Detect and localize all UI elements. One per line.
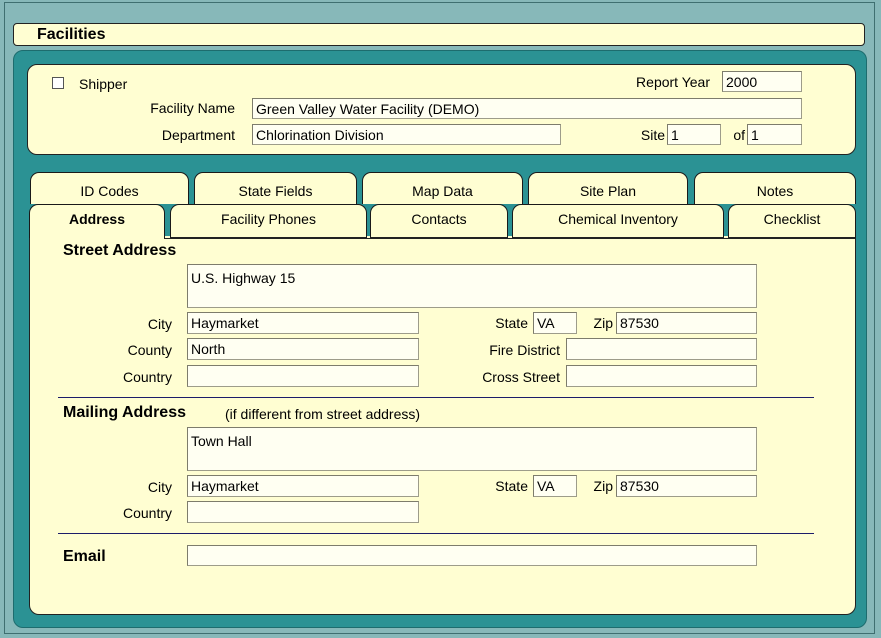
tab-front-row-baseline [164, 238, 856, 239]
mailing-country-label: Country [122, 505, 172, 521]
email-label: Email [63, 548, 106, 565]
fire-district-label: Fire District [489, 342, 560, 358]
street-address-title: Street Address [63, 242, 177, 259]
email-field[interactable] [187, 545, 757, 566]
window-title-bar: Facilities [13, 23, 865, 46]
report-year-field[interactable]: 2000 [722, 71, 802, 92]
mailing-state-field[interactable]: VA [533, 475, 577, 497]
site-label: Site [640, 127, 665, 143]
mailing-state-label: State [495, 478, 528, 494]
department-label: Department [161, 127, 235, 143]
mailing-zip-label: Zip [593, 478, 613, 494]
shipper-checkbox[interactable] [52, 77, 64, 89]
cross-street-field[interactable] [566, 365, 757, 387]
tab-facility-phones[interactable]: Facility Phones [170, 204, 367, 238]
window-title: Facilities [37, 26, 106, 43]
tab-state-fields[interactable]: State Fields [194, 172, 357, 204]
mailing-address-field[interactable]: Town Hall [187, 427, 757, 471]
cross-street-label: Cross Street [482, 369, 560, 385]
fire-district-field[interactable] [566, 338, 757, 360]
street-city-field[interactable]: Haymarket [187, 312, 419, 334]
street-country-field[interactable] [187, 365, 419, 387]
of-field[interactable]: 1 [747, 124, 802, 145]
mailing-address-title: Mailing Address [63, 404, 186, 421]
mailing-country-field[interactable] [187, 501, 419, 523]
shipper-label: Shipper [79, 76, 128, 92]
tab-site-plan[interactable]: Site Plan [528, 172, 688, 204]
tab-notes[interactable]: Notes [694, 172, 856, 204]
facility-name-label: Facility Name [150, 100, 235, 116]
mailing-address-subtitle: (if different from street address) [225, 406, 421, 422]
mailing-city-label: City [147, 479, 172, 495]
street-zip-field[interactable]: 87530 [616, 312, 757, 334]
street-address-field[interactable]: U.S. Highway 15 [187, 264, 757, 308]
mailing-zip-field[interactable]: 87530 [616, 475, 757, 497]
tab-id-codes[interactable]: ID Codes [30, 172, 189, 204]
of-label: of [733, 127, 745, 143]
street-country-label: Country [122, 369, 172, 385]
tab-contacts[interactable]: Contacts [370, 204, 508, 238]
tab-chemical-inventory[interactable]: Chemical Inventory [512, 204, 724, 238]
section-divider-2 [58, 533, 814, 534]
street-state-label: State [495, 315, 528, 331]
site-field[interactable]: 1 [667, 124, 721, 145]
facility-name-field[interactable]: Green Valley Water Facility (DEMO) [252, 98, 802, 119]
street-zip-label: Zip [593, 315, 613, 331]
street-county-field[interactable]: North [187, 338, 419, 360]
street-county-label: County [127, 342, 172, 358]
mailing-city-field[interactable]: Haymarket [187, 475, 419, 497]
department-field[interactable]: Chlorination Division [252, 124, 561, 145]
tab-checklist[interactable]: Checklist [728, 204, 856, 238]
street-state-field[interactable]: VA [533, 312, 577, 334]
section-divider-1 [58, 397, 814, 398]
street-city-label: City [147, 316, 172, 332]
report-year-label: Report Year [636, 74, 710, 90]
tab-address[interactable]: Address [29, 204, 165, 238]
tab-map-data[interactable]: Map Data [362, 172, 523, 204]
